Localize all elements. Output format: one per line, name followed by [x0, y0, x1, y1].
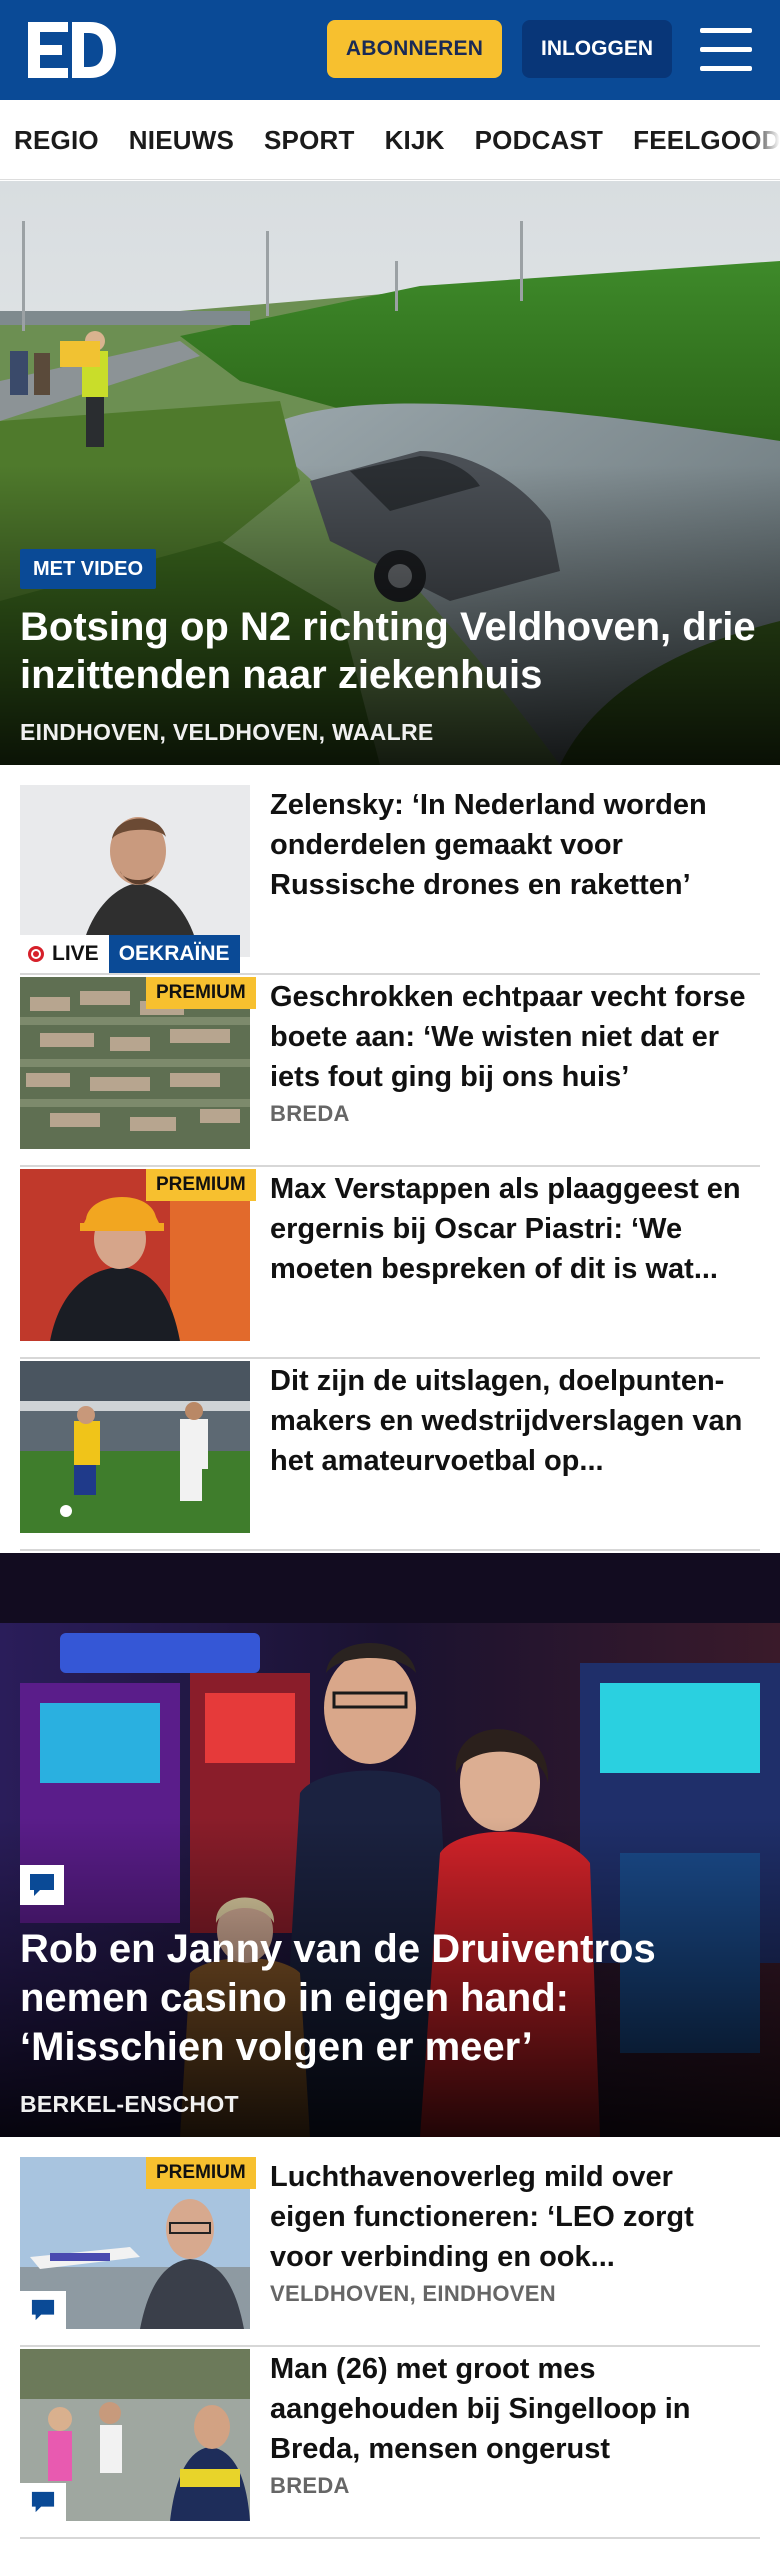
article-location: VELDHOVEN, EINDHOVEN [270, 2281, 556, 2306]
article-thumbnail [20, 785, 250, 957]
nav-item-kijk[interactable]: KIJK [385, 125, 445, 156]
live-dot-icon [28, 946, 44, 962]
article-title[interactable]: Dit zijn de uitslagen, doelpunten­makers… [270, 1361, 750, 1481]
article-location: BREDA [270, 1101, 350, 1126]
feature-location: BERKEL-ENSCHOT [20, 2091, 239, 2117]
article-title[interactable]: Geschrokken echtpaar vecht forse boete a… [270, 977, 750, 1097]
hero-title[interactable]: Botsing op N2 richting Veldhoven, drie i… [20, 603, 760, 699]
article-title[interactable]: Zelensky: ‘In Nederland worden onderdele… [270, 785, 750, 905]
article-title[interactable]: Man (26) met groot mes aangehouden bij S… [270, 2349, 750, 2469]
hamburger-menu-icon[interactable] [700, 28, 752, 72]
article-item[interactable]: Dit zijn de uitslagen, doelpunten­makers… [20, 1361, 760, 1551]
subscribe-button[interactable]: ABONNEREN [327, 20, 502, 78]
live-label: LIVE [52, 942, 99, 965]
article-title[interactable]: Max Verstappen als plaaggeest en ergerni… [270, 1169, 750, 1289]
topic-tag: OEKRAÏNE [108, 935, 240, 973]
nav-item-podcast[interactable]: PODCAST [475, 125, 604, 156]
comment-icon [20, 1865, 64, 1905]
hero-location: EINDHOVEN, VELDHOVEN, WAALRE [20, 719, 434, 745]
article-thumbnail [20, 1361, 250, 1533]
hero-article[interactable]: MET VIDEO Botsing op N2 richting Veldhov… [0, 181, 780, 765]
video-tag: MET VIDEO [20, 549, 157, 589]
nav-item-sport[interactable]: SPORT [264, 125, 355, 156]
article-item[interactable]: PREMIUM Geschrokken echtpaar vecht forse… [20, 977, 760, 1167]
ed-logo[interactable] [28, 22, 116, 78]
comment-icon [20, 2483, 66, 2521]
comment-icon [20, 2291, 66, 2329]
premium-badge: PREMIUM [146, 1169, 256, 1201]
article-location: BREDA [270, 2473, 350, 2498]
live-label-group: LIVE OEKRAÏNE [20, 935, 240, 973]
article-item[interactable]: PREMIUM Luchthavenoverleg mild over eige… [20, 2157, 760, 2347]
article-item[interactable]: PREMIUM Max Verstappen als plaaggeest en… [20, 1169, 760, 1359]
section-nav: REGIO NIEUWS SPORT KIJK PODCAST FEELGOOD… [0, 100, 780, 180]
article-title[interactable]: Luchthavenoverleg mild over eigen functi… [270, 2157, 750, 2277]
premium-badge: PREMIUM [146, 2157, 256, 2189]
feature-title[interactable]: Rob en Janny van de Druiventros nemen ca… [20, 1925, 740, 2072]
feature-article[interactable]: Rob en Janny van de Druiventros nemen ca… [0, 1553, 780, 2137]
top-bar: ABONNEREN INLOGGEN [0, 0, 780, 100]
nav-item-regio[interactable]: REGIO [14, 125, 99, 156]
article-item[interactable]: LIVE OEKRAÏNE Zelensky: ‘In Nederland wo… [20, 785, 760, 975]
article-item[interactable]: Man (26) met groot mes aangehouden bij S… [20, 2349, 760, 2539]
live-badge: LIVE [20, 935, 109, 973]
login-button[interactable]: INLOGGEN [522, 20, 672, 78]
premium-badge: PREMIUM [146, 977, 256, 1009]
nav-scroll-fade [750, 100, 780, 179]
nav-item-nieuws[interactable]: NIEUWS [129, 125, 234, 156]
logo-mark [28, 22, 116, 78]
